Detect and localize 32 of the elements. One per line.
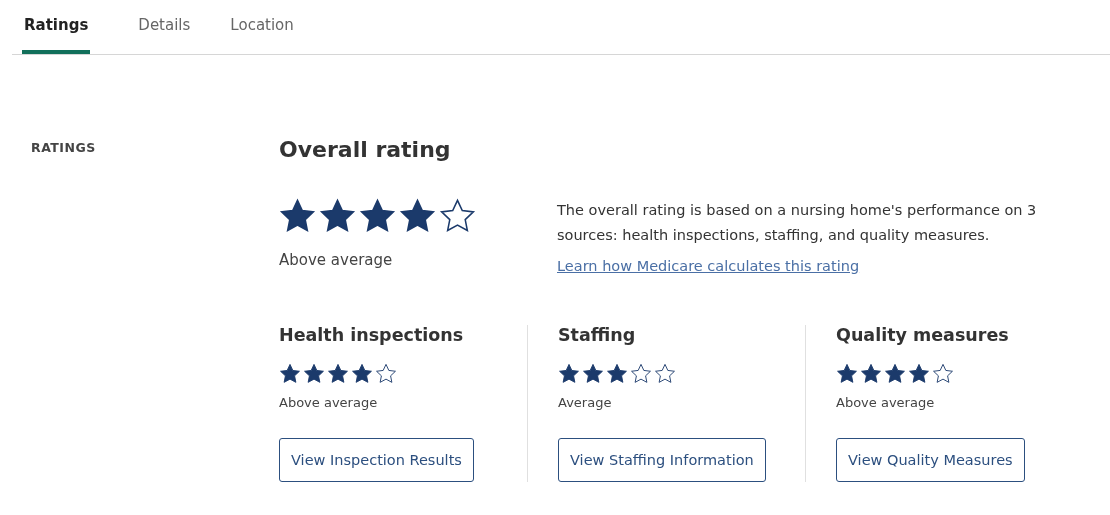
view-button[interactable]: View Quality Measures	[836, 438, 1025, 482]
category-heading: Quality measures	[836, 325, 1009, 345]
rating-text: Above average	[279, 251, 394, 269]
rating-text: Above average	[279, 395, 378, 410]
tab[interactable]: Ratings	[22, 0, 91, 54]
category-heading: Staffing	[558, 325, 636, 345]
rating-text: Above average	[836, 395, 935, 410]
tab[interactable]: Details	[128, 0, 201, 54]
filled-star-icon	[884, 363, 906, 385]
filled-star-icon	[836, 363, 858, 385]
empty-star-icon	[654, 363, 676, 385]
tab[interactable]: Location	[220, 0, 304, 54]
view-button[interactable]: View Inspection Results	[279, 438, 474, 482]
empty-star-icon	[932, 363, 954, 385]
section-label: RATINGS	[31, 140, 96, 155]
filled-star-icon	[558, 363, 580, 385]
learn-more-link[interactable]: Learn how Medicare calculates this rating	[557, 258, 860, 274]
filled-star-icon	[606, 363, 628, 385]
category-heading: Health inspections	[279, 325, 464, 345]
filled-star-icon	[279, 363, 301, 385]
filled-star-icon	[351, 363, 373, 385]
filled-star-icon	[860, 363, 882, 385]
overall-rating-heading: Overall rating	[279, 137, 452, 162]
filled-star-icon	[582, 363, 604, 385]
empty-star-icon	[375, 363, 397, 385]
empty-star-icon	[630, 363, 652, 385]
rating-description: The overall rating is based on a nursing home's performance on 3 sources: health inspections, staffing, and quality measures.	[557, 201, 1038, 245]
filled-star-icon	[908, 363, 930, 385]
rating-text: Average	[558, 395, 612, 410]
filled-star-icon	[303, 363, 325, 385]
view-button[interactable]: View Staffing Information	[558, 438, 766, 482]
filled-star-icon	[327, 363, 349, 385]
